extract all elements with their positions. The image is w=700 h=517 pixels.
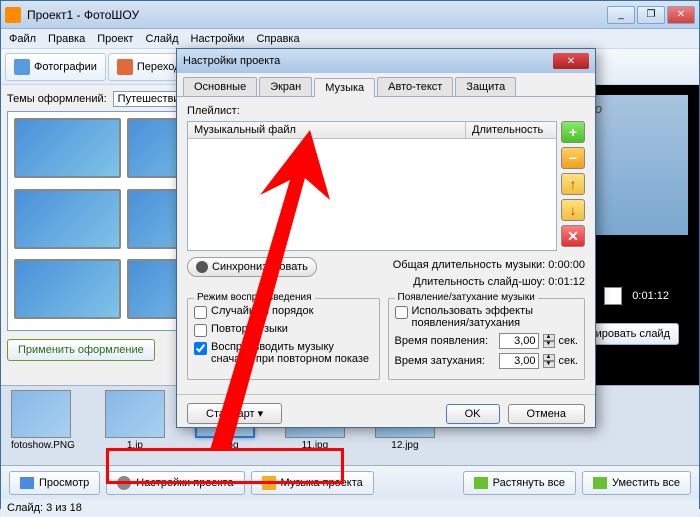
standard-button[interactable]: Стандарт ▾ (187, 403, 282, 424)
fadeout-label: Время затухания: (395, 355, 495, 367)
tab-general[interactable]: Основные (183, 77, 257, 96)
fit-icon (593, 477, 607, 489)
tab-screen[interactable]: Экран (259, 77, 312, 96)
titlebar[interactable]: Проект1 - ФотоШОУ _ ❐ ✕ (1, 1, 699, 29)
apply-theme-button[interactable]: Применить оформление (7, 339, 155, 361)
fit-all-button[interactable]: Уместить все (582, 471, 691, 495)
stretch-icon (474, 477, 488, 489)
menu-project[interactable]: Проект (97, 33, 133, 45)
dialog-titlebar[interactable]: Настройки проекта ✕ (177, 49, 595, 73)
fadeout-input[interactable] (499, 353, 539, 369)
status-text: Слайд: 3 из 18 (7, 502, 82, 514)
dialog-body: Плейлист: Музыкальный файл Длительность … (177, 97, 595, 388)
total-slideshow-value: 0:01:12 (548, 276, 585, 288)
monitor-icon (20, 477, 34, 489)
total-music-value: 0:00:00 (548, 259, 585, 271)
menu-help[interactable]: Справка (256, 33, 299, 45)
fadein-label: Время появления: (395, 335, 495, 347)
menubar: Файл Правка Проект Слайд Настройки Справ… (1, 29, 699, 49)
project-settings-button[interactable]: Настройки проекта (106, 471, 244, 495)
slide-item[interactable]: fotoshow.PNG (11, 390, 75, 451)
tab-music[interactable]: Музыка (314, 78, 375, 97)
col-duration[interactable]: Длительность (466, 122, 556, 138)
dialog-title: Настройки проекта (183, 55, 553, 67)
gear-icon (117, 476, 131, 490)
status-bar: Слайд: 3 из 18 (1, 499, 699, 517)
project-settings-dialog: Настройки проекта ✕ Основные Экран Музык… (176, 48, 596, 428)
dialog-footer: Стандарт ▾ OK Отмена (177, 394, 595, 432)
playback-fieldset: Режим воспроизведения Случайный порядок … (187, 298, 380, 380)
ok-button[interactable]: OK (446, 404, 500, 424)
bottom-bar: Просмотр Настройки проекта Музыка проект… (1, 465, 699, 499)
music-icon (262, 476, 276, 490)
restart-checkbox[interactable]: Воспроизводить музыку сначала при повтор… (194, 341, 373, 365)
tab-autotext[interactable]: Авто-текст (377, 77, 453, 96)
menu-slide[interactable]: Слайд (145, 33, 178, 45)
project-music-button[interactable]: Музыка проекта (251, 471, 374, 495)
tab-photos[interactable]: Фотографии (5, 53, 106, 81)
theme-thumb[interactable] (14, 118, 121, 178)
slide-thumb[interactable] (11, 390, 71, 438)
dialog-tabs: Основные Экран Музыка Авто-текст Защита (177, 73, 595, 97)
theme-thumb[interactable] (14, 259, 121, 319)
sync-button[interactable]: Синхронизировать (187, 257, 317, 277)
menu-file[interactable]: Файл (9, 33, 36, 45)
cancel-button[interactable]: Отмена (508, 404, 585, 424)
app-icon (5, 7, 21, 23)
stop-button[interactable] (604, 287, 622, 305)
themes-label: Темы оформлений: (7, 93, 107, 105)
menu-settings[interactable]: Настройки (191, 33, 245, 45)
playlist-delete-button[interactable]: ✕ (561, 225, 585, 247)
theme-thumb[interactable] (14, 189, 121, 249)
playlist-table[interactable]: Музыкальный файл Длительность (187, 121, 557, 251)
use-fade-checkbox[interactable]: Использовать эффекты появления/затухания (395, 305, 579, 329)
playlist-label: Плейлист: (187, 105, 585, 117)
menu-edit[interactable]: Правка (48, 33, 85, 45)
playlist-up-button[interactable]: ↑ (561, 173, 585, 195)
fade-legend: Появление/затухание музыки (395, 292, 538, 303)
playlist-add-button[interactable]: + (561, 121, 585, 143)
col-file[interactable]: Музыкальный файл (188, 122, 466, 138)
total-music-label: Общая длительность музыки: (393, 259, 546, 271)
fade-fieldset: Появление/затухание музыки Использовать … (388, 298, 586, 380)
fadein-input[interactable] (499, 333, 539, 349)
playback-legend: Режим воспроизведения (194, 292, 315, 303)
random-checkbox[interactable]: Случайный порядок (194, 305, 373, 319)
dialog-close-button[interactable]: ✕ (553, 53, 589, 69)
fadeout-spin[interactable]: ▲▼ (543, 354, 555, 368)
window-title: Проект1 - ФотоШОУ (27, 8, 607, 22)
close-button[interactable]: ✕ (667, 6, 695, 24)
fadein-spin[interactable]: ▲▼ (543, 334, 555, 348)
slide-thumb[interactable] (105, 390, 165, 438)
playlist-down-button[interactable]: ↓ (561, 199, 585, 221)
slide-item[interactable]: 1.jp (105, 390, 165, 451)
playlist-remove-button[interactable]: − (561, 147, 585, 169)
tab-protection[interactable]: Защита (455, 77, 516, 96)
photos-icon (14, 59, 30, 75)
minimize-button[interactable]: _ (607, 6, 635, 24)
maximize-button[interactable]: ❐ (637, 6, 665, 24)
transitions-icon (117, 59, 133, 75)
stretch-all-button[interactable]: Растянуть все (463, 471, 576, 495)
preview-button[interactable]: Просмотр (9, 471, 100, 495)
total-slideshow-label: Длительность слайд-шоу: (413, 276, 545, 288)
preview-time: 0:01:12 (632, 290, 669, 302)
sync-icon (196, 261, 208, 273)
repeat-checkbox[interactable]: Повтор музыки (194, 323, 373, 337)
